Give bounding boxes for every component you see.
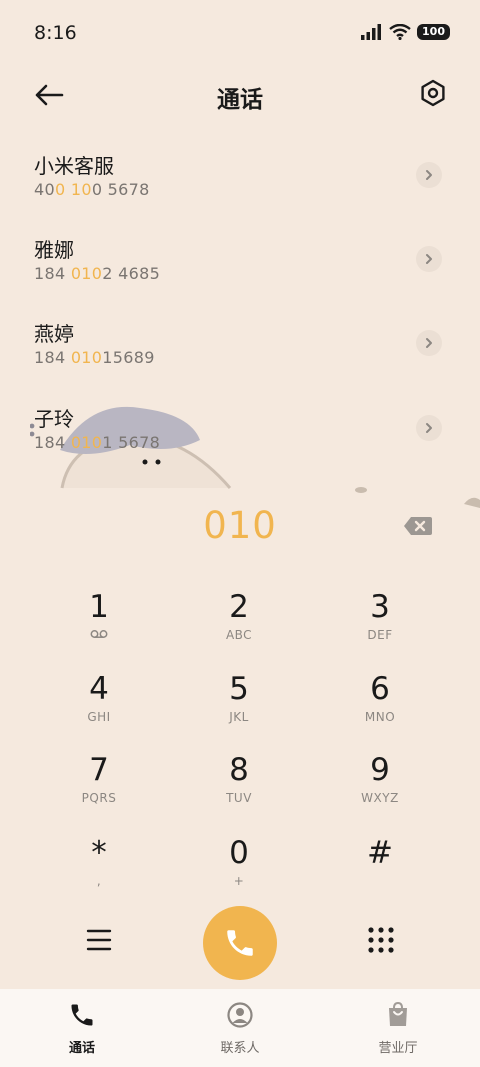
number-match-highlight: 10: [70, 180, 92, 199]
dial-key-letters: WXYZ: [361, 791, 399, 805]
dial-key[interactable]: 8 TUV: [169, 751, 309, 829]
nav-tab-label: 营业厅: [378, 1041, 418, 1056]
nav-tab-calls[interactable]: 通话: [22, 1001, 142, 1056]
contact-row[interactable]: 子玲 184 0101 5678: [0, 387, 480, 471]
header: 通话: [0, 68, 480, 122]
number-match-highlight: 0: [54, 180, 66, 199]
contact-name: 燕婷: [34, 322, 74, 346]
contact-number: 184 0101 5678: [34, 433, 160, 452]
number-segment: 40: [34, 180, 55, 199]
nav-tab-store[interactable]: 营业厅: [338, 1001, 458, 1056]
contact-details-button[interactable]: [416, 246, 442, 272]
settings-icon: [421, 79, 445, 107]
phone-icon: [227, 930, 253, 956]
dialer-actions: [0, 904, 480, 980]
call-button[interactable]: [203, 906, 277, 980]
nav-tab-label: 通话: [68, 1041, 95, 1056]
number-segment: 184: [34, 433, 71, 452]
status-bar: 8:16 100: [0, 0, 480, 68]
dial-key-digit: 9: [370, 752, 390, 788]
backspace-icon: [404, 517, 432, 535]
number-match-highlight: 010: [70, 348, 103, 367]
dial-key-letters: JKL: [229, 710, 249, 724]
dialpad-toggle-button[interactable]: [367, 926, 395, 954]
dial-key-digit: 1: [89, 589, 109, 625]
dial-key-digit: *: [91, 835, 107, 871]
dial-key-letters: GHI: [87, 710, 111, 724]
battery-icon: 100: [417, 24, 450, 40]
contact-name: 子玲: [34, 407, 74, 431]
dial-key-letters: ,: [96, 874, 102, 888]
dial-key[interactable]: #: [310, 834, 450, 912]
contact-details-button[interactable]: [416, 330, 442, 356]
dial-key-letters: TUV: [226, 791, 252, 805]
number-segment: 184: [34, 348, 71, 367]
chevron-right-icon: [426, 338, 432, 348]
number-segment: 0 5678: [91, 180, 150, 199]
dial-key-digit: 3: [370, 589, 390, 625]
bottom-navigation: 通话 联系人 营业厅: [0, 989, 480, 1067]
number-segment: 2 4685: [102, 264, 161, 283]
dial-key-letters: DEF: [367, 628, 393, 642]
dial-key[interactable]: 0 +: [169, 834, 309, 912]
contact-name: 小米客服: [34, 154, 114, 178]
page-title: 通话: [217, 87, 263, 113]
store-icon: [389, 1001, 407, 1026]
contact-details-button[interactable]: [416, 162, 442, 188]
contact-number: 184 0102 4685: [34, 264, 160, 283]
dial-key-letters: MNO: [364, 710, 396, 724]
dial-key-digit: 5: [229, 671, 249, 707]
contact-row[interactable]: 雅娜 184 0102 4685: [0, 218, 480, 302]
contact-row[interactable]: 小米客服 400 100 5678: [0, 134, 480, 218]
menu-button[interactable]: [86, 928, 112, 952]
menu-icon: [86, 929, 112, 951]
dial-key[interactable]: 6 MNO: [310, 670, 450, 748]
number-match-highlight: 010: [70, 433, 103, 452]
dial-key[interactable]: 9 WXYZ: [310, 751, 450, 829]
dial-key-digit: 8: [229, 752, 249, 788]
contact-details-button[interactable]: [416, 415, 442, 441]
number-segment: 184: [34, 264, 71, 283]
status-time: 8:16: [34, 22, 77, 44]
dial-key-digit: 0: [229, 835, 249, 871]
number-match-highlight: 010: [70, 264, 103, 283]
number-segment: 1 5678: [102, 433, 161, 452]
contact-name: 雅娜: [34, 238, 74, 262]
nav-tab-label: 联系人: [220, 1041, 260, 1056]
dial-key[interactable]: 3 DEF: [310, 588, 450, 666]
dial-key-letters: PQRS: [81, 791, 117, 805]
phone-icon: [71, 1004, 93, 1026]
dial-key-letters: ABC: [225, 628, 253, 642]
nav-tab-contacts[interactable]: 联系人: [180, 1001, 300, 1056]
contact-row[interactable]: 燕婷 184 01015689: [0, 302, 480, 386]
dial-key[interactable]: 2 ABC: [169, 588, 309, 666]
dial-key[interactable]: 7 PQRS: [29, 751, 169, 829]
dial-key-digit: 6: [370, 671, 390, 707]
chevron-right-icon: [426, 254, 432, 264]
contact-number: 400 100 5678: [34, 180, 150, 199]
dial-key-digit: #: [367, 835, 393, 871]
dialpad-icon: [368, 927, 394, 953]
signal-icon: [361, 24, 382, 40]
status-icons: 100: [361, 24, 450, 40]
dial-key-letters: +: [233, 874, 245, 888]
dial-key-digit: 4: [89, 671, 109, 707]
decorative-shape: [355, 487, 367, 493]
dial-key[interactable]: 1: [29, 588, 169, 666]
number-segment: 15689: [102, 348, 155, 367]
backspace-button[interactable]: [402, 514, 434, 538]
dial-key[interactable]: *,: [29, 834, 169, 912]
contact-number: 184 01015689: [34, 348, 155, 367]
dial-key[interactable]: 5 JKL: [169, 670, 309, 748]
voicemail-icon: [29, 628, 169, 642]
chevron-right-icon: [426, 423, 432, 433]
dial-key-digit: 7: [89, 752, 109, 788]
dial-key-digit: 2: [229, 589, 249, 625]
wifi-icon: [389, 24, 411, 40]
contacts-icon: [227, 1002, 253, 1028]
dial-key[interactable]: 4 GHI: [29, 670, 169, 748]
chevron-right-icon: [426, 170, 432, 180]
settings-button[interactable]: [418, 78, 448, 108]
